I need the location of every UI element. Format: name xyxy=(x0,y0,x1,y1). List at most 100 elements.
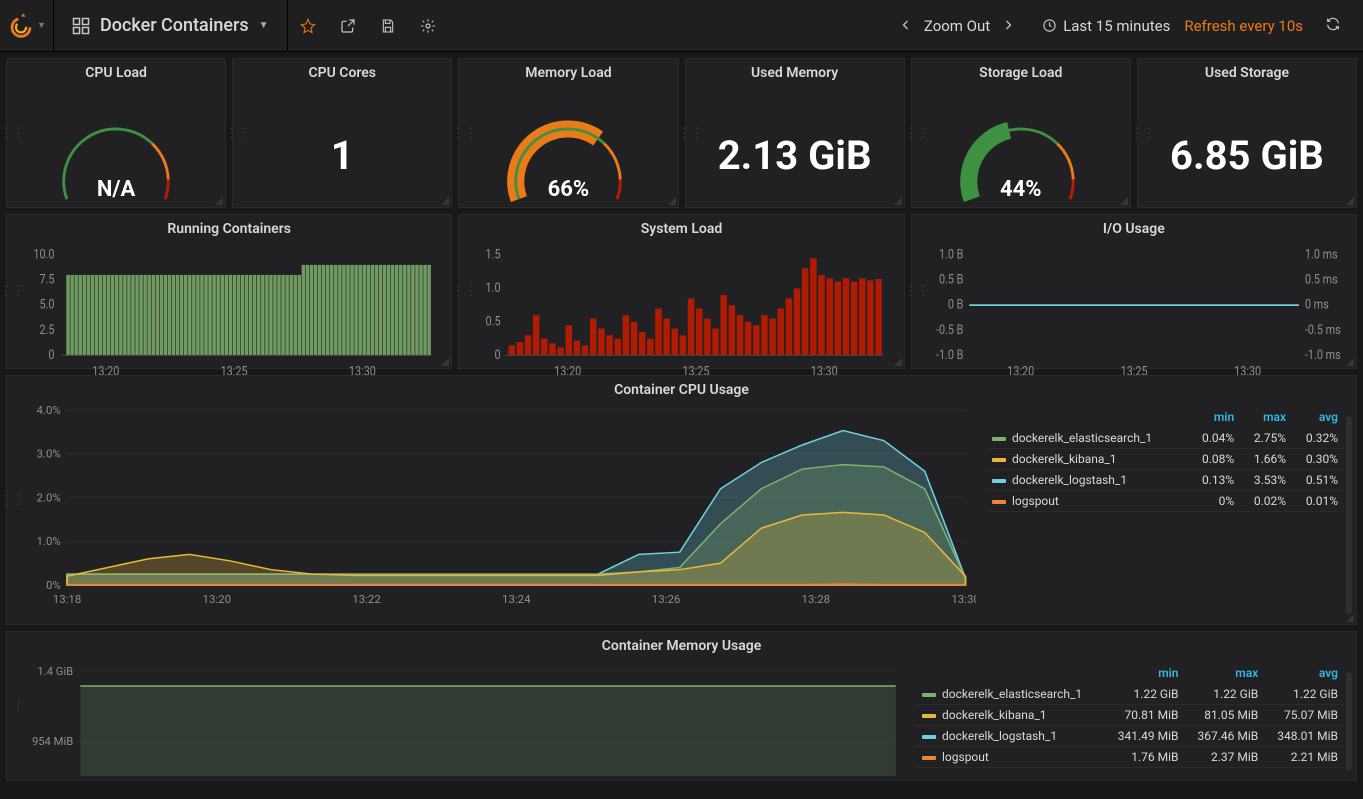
grafana-logo-icon xyxy=(7,12,35,40)
panel-i-o-usage[interactable]: ⋮⋮ I/O Usage 1.0 B1.0 ms0.5 B0.5 ms0 B0 … xyxy=(911,214,1357,369)
panel-title: Used Memory xyxy=(686,59,904,83)
resize-handle-icon[interactable] xyxy=(1346,197,1354,205)
panel-title: CPU Cores xyxy=(233,59,451,83)
svg-text:-1.0 B: -1.0 B xyxy=(936,347,963,362)
svg-text:0 ms: 0 ms xyxy=(1305,297,1329,312)
panel-storage-load[interactable]: ⋮⋮ Storage Load 44% xyxy=(911,58,1131,208)
gauge-value: 66% xyxy=(548,177,590,202)
save-icon xyxy=(380,18,396,34)
zoom-out-button[interactable]: Zoom Out xyxy=(924,17,990,35)
settings-button[interactable] xyxy=(408,0,448,52)
refresh-now-button[interactable] xyxy=(1319,16,1347,36)
drag-handle-icon[interactable]: ⋮⋮ xyxy=(7,59,17,207)
svg-text:0: 0 xyxy=(495,347,501,362)
drag-handle-icon[interactable]: ⋮⋮ xyxy=(459,59,469,207)
legend-row[interactable]: dockerelk_kibana_1 0.08%1.66%0.30% xyxy=(986,449,1344,470)
panel-title: CPU Load xyxy=(7,59,225,83)
panel-cpu-cores[interactable]: ⋮⋮ CPU Cores 1 xyxy=(232,58,452,208)
panel-title: Running Containers xyxy=(7,215,451,239)
refresh-icon xyxy=(1325,16,1341,32)
svg-text:1.0: 1.0 xyxy=(486,280,501,295)
panel-container-memory-usage[interactable]: ⋮⋮ Container Memory Usage 1.4 GiB954 MiB… xyxy=(6,631,1357,781)
resize-handle-icon[interactable] xyxy=(1346,358,1354,366)
legend-scrollbar[interactable] xyxy=(1346,416,1352,614)
svg-text:7.5: 7.5 xyxy=(39,272,54,287)
dashboard-grid-icon xyxy=(72,17,90,35)
resize-handle-icon[interactable] xyxy=(1120,197,1128,205)
svg-text:1.0 B: 1.0 B xyxy=(939,246,963,261)
share-button[interactable] xyxy=(328,0,368,52)
svg-text:0: 0 xyxy=(48,347,54,362)
resize-handle-icon[interactable] xyxy=(1346,614,1354,622)
singlestat-value: 6.85 GiB xyxy=(1138,83,1356,228)
panel-title: System Load xyxy=(459,215,903,239)
legend-scrollbar[interactable] xyxy=(1346,672,1352,770)
gear-icon xyxy=(420,18,436,34)
panel-cpu-load[interactable]: ⋮⋮ CPU Load N/A xyxy=(6,58,226,208)
gauge-value: 44% xyxy=(1000,177,1042,202)
save-button[interactable] xyxy=(368,0,408,52)
grafana-logo[interactable]: ▼ xyxy=(0,0,54,52)
time-range-picker[interactable]: Last 15 minutes xyxy=(1042,17,1170,35)
drag-handle-icon[interactable]: ⋮⋮ xyxy=(912,215,922,368)
time-back-button[interactable] xyxy=(894,17,918,35)
dashboard-picker[interactable]: Docker Containers ▼ xyxy=(54,0,288,51)
svg-text:0 B: 0 B xyxy=(948,297,964,312)
resize-handle-icon[interactable] xyxy=(894,197,902,205)
mini-chart: 10.07.55.02.5013:2013:2513:30 xyxy=(7,239,451,389)
panel-running-containers[interactable]: ⋮⋮ Running Containers 10.07.55.02.5013:2… xyxy=(6,214,452,369)
mini-chart: 1.0 B1.0 ms0.5 B0.5 ms0 B0 ms-0.5 B-0.5 … xyxy=(912,239,1356,389)
legend-row[interactable]: logspout 1.76 MiB2.37 MiB2.21 MiB xyxy=(916,747,1344,768)
drag-handle-icon[interactable]: ⋮⋮ xyxy=(7,632,17,780)
panel-system-load[interactable]: ⋮⋮ System Load 1.51.00.5013:2013:2513:30 xyxy=(458,214,904,369)
svg-text:13:24: 13:24 xyxy=(502,593,531,606)
panel-title: I/O Usage xyxy=(912,215,1356,239)
legend-row[interactable]: logspout 0%0.02%0.01% xyxy=(986,491,1344,512)
drag-handle-icon[interactable]: ⋮⋮ xyxy=(686,59,696,207)
star-button[interactable] xyxy=(288,0,328,52)
drag-handle-icon[interactable]: ⋮⋮ xyxy=(1138,59,1148,207)
panel-container-cpu-usage[interactable]: ⋮⋮ Container CPU Usage 4.0%3.0%2.0%1.0%0… xyxy=(6,375,1357,625)
panel-used-storage[interactable]: ⋮⋮ Used Storage 6.85 GiB xyxy=(1137,58,1357,208)
svg-text:1.4 GiB: 1.4 GiB xyxy=(37,665,73,678)
drag-handle-icon[interactable]: ⋮⋮ xyxy=(459,215,469,368)
svg-text:0.5 ms: 0.5 ms xyxy=(1305,272,1338,287)
svg-text:13:20: 13:20 xyxy=(203,593,232,606)
svg-text:4.0%: 4.0% xyxy=(36,404,60,417)
svg-text:1.0%: 1.0% xyxy=(36,535,60,548)
svg-text:-0.5 B: -0.5 B xyxy=(936,322,963,337)
legend-row[interactable]: dockerelk_kibana_1 70.81 MiB81.05 MiB75.… xyxy=(916,705,1344,726)
panel-title: Used Storage xyxy=(1138,59,1356,83)
legend-row[interactable]: dockerelk_logstash_1 0.13%3.53%0.51% xyxy=(986,470,1344,491)
memory-chart-area: 1.4 GiB954 MiB xyxy=(7,656,916,776)
resize-handle-icon[interactable] xyxy=(441,197,449,205)
panel-used-memory[interactable]: ⋮⋮ Used Memory 2.13 GiB xyxy=(685,58,905,208)
resize-handle-icon[interactable] xyxy=(215,197,223,205)
legend-row[interactable]: dockerelk_elasticsearch_1 0.04%2.75%0.32… xyxy=(986,428,1344,449)
time-forward-button[interactable] xyxy=(996,17,1020,35)
panel-title: Storage Load xyxy=(912,59,1130,83)
cpu-legend: minmaxavg dockerelk_elasticsearch_1 0.04… xyxy=(986,400,1356,610)
panel-title: Memory Load xyxy=(459,59,677,83)
time-range-label: Last 15 minutes xyxy=(1063,17,1170,35)
gauge-value: N/A xyxy=(97,177,135,202)
svg-text:0.5 B: 0.5 B xyxy=(939,272,963,287)
svg-text:13:18: 13:18 xyxy=(53,593,82,606)
drag-handle-icon[interactable]: ⋮⋮ xyxy=(912,59,922,207)
panel-memory-load[interactable]: ⋮⋮ Memory Load 66% xyxy=(458,58,678,208)
resize-handle-icon[interactable] xyxy=(894,358,902,366)
svg-text:13:22: 13:22 xyxy=(352,593,381,606)
resize-handle-icon[interactable] xyxy=(668,197,676,205)
cpu-chart-area: 4.0%3.0%2.0%1.0%0%13:1813:2013:2213:2413… xyxy=(7,400,986,610)
legend-row[interactable]: dockerelk_logstash_1 341.49 MiB367.46 Mi… xyxy=(916,726,1344,747)
dashboard-title: Docker Containers xyxy=(100,15,249,36)
drag-handle-icon[interactable]: ⋮⋮ xyxy=(233,59,243,207)
refresh-interval-picker[interactable]: Refresh every 10s xyxy=(1184,17,1303,35)
resize-handle-icon[interactable] xyxy=(441,358,449,366)
chevron-right-icon xyxy=(1002,19,1014,31)
drag-handle-icon[interactable]: ⋮⋮ xyxy=(7,376,17,624)
drag-handle-icon[interactable]: ⋮⋮ xyxy=(7,215,17,368)
svg-text:-1.0 ms: -1.0 ms xyxy=(1305,347,1341,362)
legend-row[interactable]: dockerelk_elasticsearch_1 1.22 GiB1.22 G… xyxy=(916,684,1344,705)
svg-text:13:26: 13:26 xyxy=(652,593,681,606)
